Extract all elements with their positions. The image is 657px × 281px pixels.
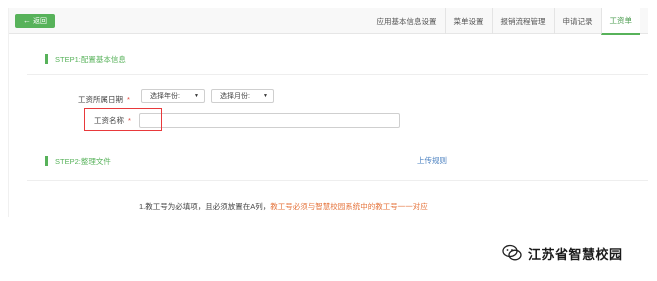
year-select-value: 选择年份: — [150, 93, 180, 100]
year-select[interactable]: 选择年份: ▼ — [141, 89, 205, 103]
tab-reimbursement-flow[interactable]: 报销流程管理 — [491, 8, 554, 34]
step1-heading: STEP1:配置基本信息 — [45, 53, 126, 65]
rule-note: 1.教工号为必填项，且必须放置在A列，教工号必须与智慧校园系统中的教工号一一对应 — [139, 201, 428, 212]
step-marker — [45, 156, 48, 166]
period-label-text: 工资所属日期 — [78, 95, 123, 104]
rule-note-warning: 教工号必须与智慧校园系统中的教工号一一对应 — [270, 202, 428, 211]
tab-app-settings[interactable]: 应用基本信息设置 — [369, 8, 445, 34]
month-select[interactable]: 选择月份: ▼ — [211, 89, 274, 103]
period-label: 工资所属日期 * — [78, 94, 130, 105]
back-button-label: 返回 — [33, 18, 47, 25]
step1-title: STEP1:配置基本信息 — [55, 54, 126, 64]
rule-note-text: 1.教工号为必填项，且必须放置在A列， — [139, 202, 271, 211]
tab-payslip[interactable]: 工资单 — [600, 8, 640, 35]
tab-menu-settings[interactable]: 菜单设置 — [444, 8, 492, 34]
step-marker — [45, 54, 48, 64]
caret-down-icon: ▼ — [194, 93, 199, 99]
divider — [27, 180, 648, 181]
wechat-icon — [502, 244, 522, 261]
month-select-value: 选择月份: — [220, 93, 250, 100]
upload-rules-link[interactable]: 上传规则 — [417, 155, 447, 166]
watermark-text: 江苏省智慧校园 — [528, 247, 623, 263]
wechat-watermark: 江苏省智慧校园 — [502, 243, 623, 263]
tab-bar: 应用基本信息设置 菜单设置 报销流程管理 申请记录 工资单 — [369, 8, 640, 35]
caret-down-icon: ▼ — [263, 93, 268, 99]
divider — [27, 74, 648, 75]
highlight-annotation — [84, 108, 162, 131]
step2-heading: STEP2:整理文件 — [45, 155, 111, 167]
required-mark: * — [127, 95, 130, 104]
back-button[interactable]: ← 返回 — [15, 14, 55, 28]
tab-application-records[interactable]: 申请记录 — [553, 8, 601, 34]
payslip-name-input[interactable] — [139, 113, 400, 128]
arrow-left-icon: ← — [23, 16, 31, 25]
step2-title: STEP2:整理文件 — [55, 156, 111, 166]
top-bar: ← 返回 应用基本信息设置 菜单设置 报销流程管理 申请记录 工资单 — [9, 8, 648, 35]
